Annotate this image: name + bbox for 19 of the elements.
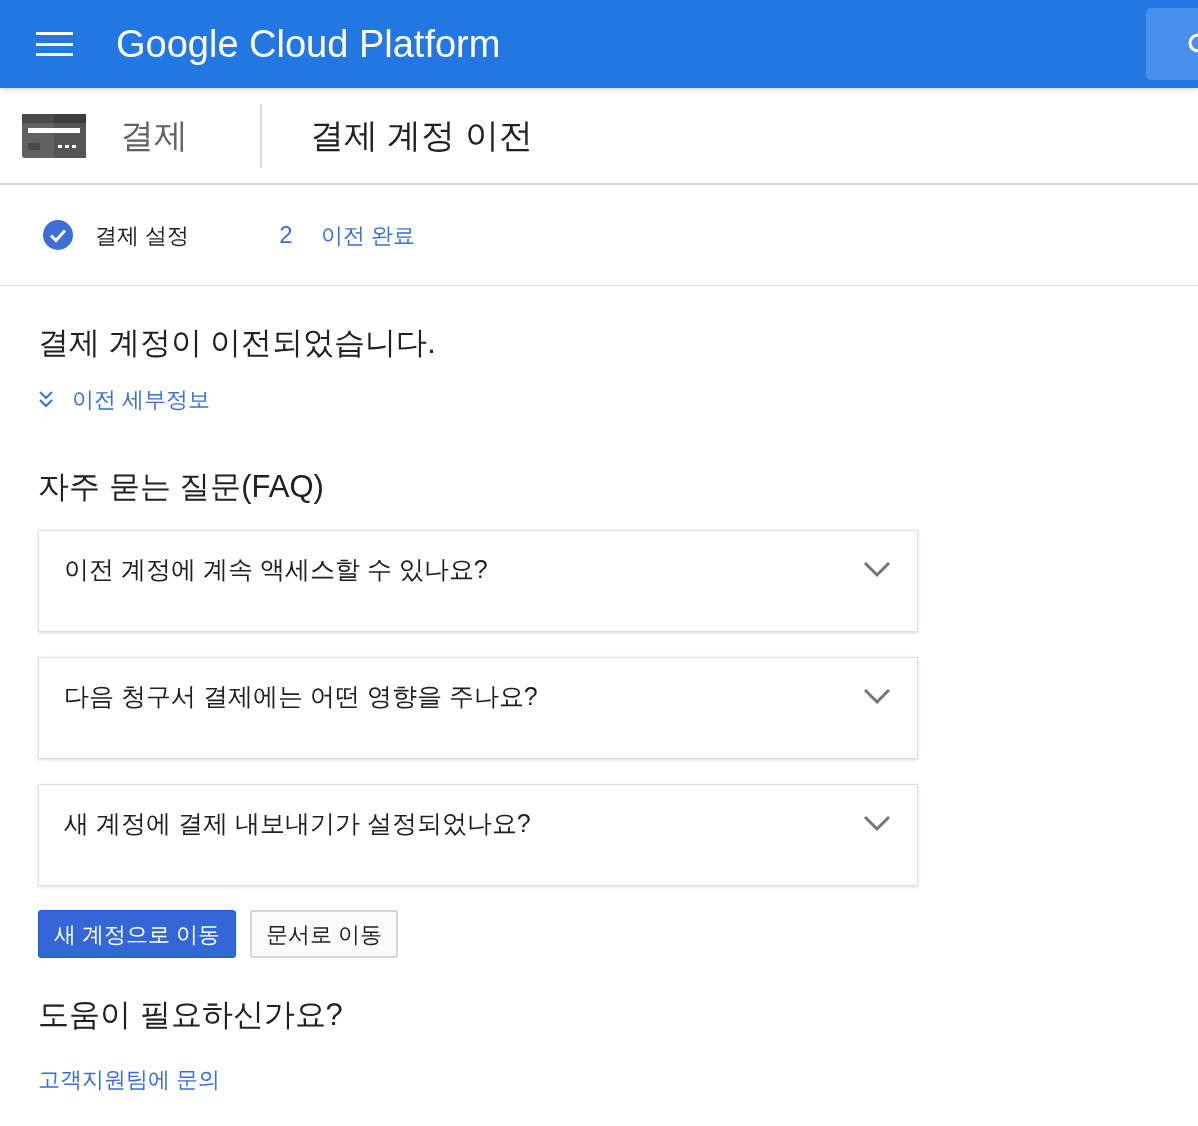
step-label: 이전 완료 bbox=[321, 221, 416, 250]
step-number: 2 bbox=[279, 220, 294, 250]
faq-item[interactable]: 이전 계정에 계속 액세스할 수 있나요? bbox=[38, 530, 918, 632]
faq-heading: 자주 묻는 질문(FAQ) bbox=[38, 467, 325, 506]
help-heading: 도움이 필요하신가요? bbox=[38, 996, 344, 1034]
credit-card-icon bbox=[22, 113, 86, 158]
page-title: 결제 계정 이전 bbox=[310, 115, 533, 156]
details-link[interactable]: 이전 세부정보 bbox=[38, 382, 211, 416]
faq-item[interactable]: 다음 청구서 결제에는 어떤 영향을 주나요? bbox=[38, 657, 918, 759]
step-label: 결제 설정 bbox=[95, 221, 190, 250]
primary-button[interactable]: 새 계정으로 이동 bbox=[38, 910, 237, 958]
app-title: Google Cloud Platform bbox=[116, 21, 501, 67]
secondary-button[interactable]: 문서로 이동 bbox=[250, 910, 399, 958]
section-title: 결제 bbox=[120, 115, 189, 156]
faq-item[interactable]: 새 계정에 결제 내보내기가 설정되었나요? bbox=[38, 784, 918, 886]
contact-support-link[interactable]: 고객지원팀에 문의 bbox=[38, 1062, 221, 1096]
result-heading: 결제 계정이 이전되었습니다. bbox=[38, 324, 437, 362]
search-field[interactable] bbox=[1146, 8, 1198, 80]
menu-icon[interactable] bbox=[36, 31, 73, 57]
